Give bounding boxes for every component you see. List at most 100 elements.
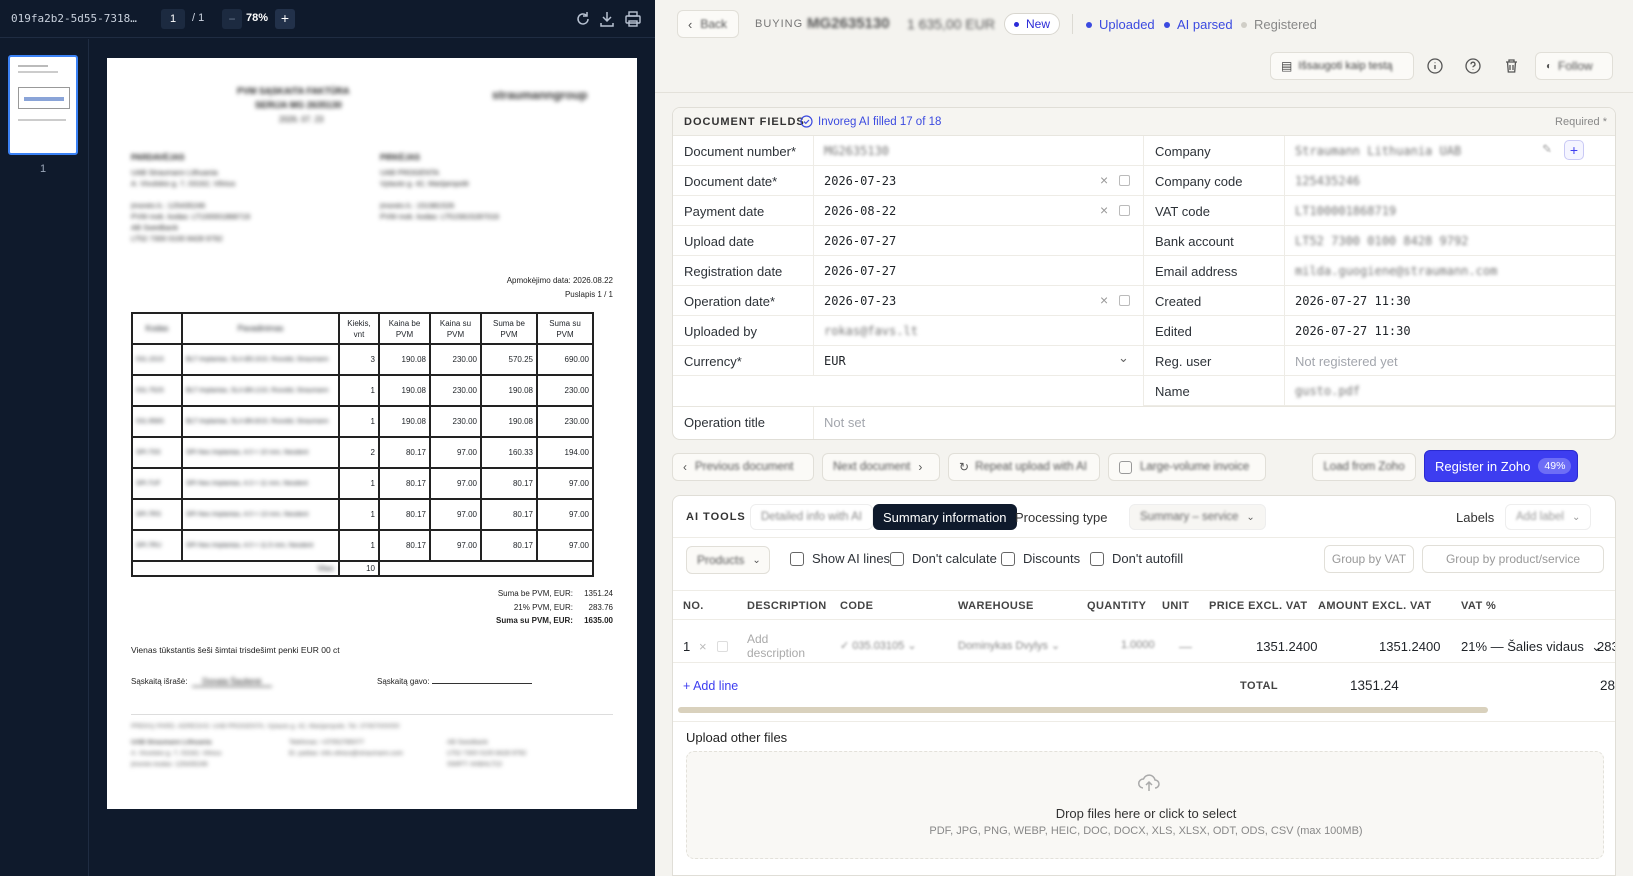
previous-document-button[interactable]: ‹ Previous document	[672, 453, 814, 481]
repeat-upload-ai-button[interactable]: ↻ Repeat upload with AI	[948, 453, 1100, 481]
warehouse-select[interactable]: Dominykas Dvylys ⌄	[958, 639, 1060, 652]
load-from-zoho-button[interactable]: Load from Zoho	[1312, 453, 1416, 481]
zoom-level: 78%	[246, 12, 269, 24]
calendar-icon[interactable]	[1119, 295, 1130, 306]
field-label: VAT code	[1155, 204, 1210, 219]
invoice-row: SPI.7RS SPI Neo Implantas, 4.0 × 13 mm, N…	[131, 498, 594, 531]
help-icon[interactable]	[1462, 55, 1484, 77]
calendar-icon[interactable]	[1119, 205, 1130, 216]
code-select[interactable]: ✓ 035.03105 ⌄	[840, 639, 917, 652]
price-input[interactable]: 1351.2400	[1256, 639, 1317, 654]
field-input[interactable]: Straumann Lithuania UAB	[1295, 144, 1461, 158]
field-input[interactable]: 2026-07-23	[824, 174, 896, 188]
products-select[interactable]: Products ⌄	[686, 546, 770, 574]
field-label: Uploaded by	[684, 324, 757, 339]
large-volume-checkbox[interactable]: Large-volume invoice	[1108, 453, 1266, 481]
group-by-product-button[interactable]: Group by product/service	[1422, 545, 1604, 573]
dont-calculate-checkbox[interactable]: Don't calculate	[890, 551, 997, 566]
trash-icon[interactable]	[1500, 55, 1522, 77]
footer-line: AB Swedbank	[447, 739, 488, 746]
invoice-row: SPI.7SS SPI Neo Implantas, 4.0 × 10 mm, N…	[131, 436, 594, 469]
operation-title-input[interactable]: Not set	[824, 415, 865, 430]
field-input[interactable]: 125435246	[1295, 174, 1360, 188]
clear-icon[interactable]: ×	[1100, 292, 1108, 308]
download-icon[interactable]	[598, 10, 616, 28]
invoice-series: SERIJA MG 2635130	[255, 100, 342, 110]
add-label-select[interactable]: Add label ⌄	[1505, 504, 1592, 530]
required-note: Required *	[1555, 116, 1607, 128]
field-input[interactable]: 2026-07-23	[824, 294, 896, 308]
dont-autofill-checkbox[interactable]: Don't autofill	[1090, 551, 1183, 566]
tab-summary-information[interactable]: Summary information	[873, 504, 1017, 530]
field-input[interactable]: 2026-07-27	[824, 264, 896, 278]
field-input[interactable]: EUR	[824, 354, 846, 368]
description-input[interactable]: Add description	[747, 632, 827, 660]
add-line-button[interactable]: + Add line	[683, 679, 738, 693]
discounts-checkbox[interactable]: Discounts	[1001, 551, 1080, 566]
field-input[interactable]: LT100001868719	[1295, 204, 1396, 218]
invoice-row: SPI.7UF SPI Neo Implantas, 4.3 × 11 mm, N…	[131, 467, 594, 500]
field-input[interactable]: 2026-07-27 11:30	[1295, 324, 1411, 338]
invoice-cell: 1	[338, 405, 380, 438]
page-input[interactable]: 1	[161, 9, 185, 29]
page-thumbnail[interactable]	[8, 55, 78, 155]
invoice-col-header: Suma su PVM	[536, 312, 594, 345]
invoice-cell: BLT Implantas, SLA Ø4.8/10, Roxolid, Str…	[181, 405, 340, 438]
invoice-col-header: Kaina be PVM	[378, 312, 431, 345]
footer-line: A. Vivulskio g. 7, 03162, Vilnius	[131, 750, 222, 757]
file-dropzone[interactable]: Drop files here or click to select PDF, …	[686, 751, 1604, 859]
tab-detailed-info[interactable]: Detailed info with AI	[750, 504, 874, 530]
show-ai-lines-checkbox[interactable]: Show AI lines	[790, 551, 890, 566]
line-checkbox[interactable]	[717, 641, 728, 652]
footer-line: LT52 7300 0100 8428 9792	[447, 750, 527, 757]
quantity-input[interactable]: 1.0000	[1121, 639, 1155, 651]
invoice-date: 2026. 07. 23	[279, 115, 324, 124]
invoice-cell: 194.00	[536, 436, 594, 469]
file-name: 019fa2b2-5d55-7318…	[11, 12, 137, 25]
field-row: VAT code LT100001868719	[1144, 196, 1615, 226]
chevron-left-icon: ‹	[683, 460, 687, 474]
follow-button[interactable]: ◐ Follow	[1535, 52, 1613, 80]
save-draft-button[interactable]: ▤ Išsaugoti kaip testą	[1270, 52, 1414, 80]
invoice-col-header: Suma be PVM	[480, 312, 538, 345]
vat-select[interactable]: 21% — Šalies vidaus ⌄	[1461, 639, 1602, 655]
zoom-in-button[interactable]: +	[275, 9, 295, 29]
unit-select[interactable]: —	[1179, 639, 1192, 654]
field-input[interactable]: 2026-07-27 11:30	[1295, 294, 1411, 308]
field-input[interactable]: 2026-08-22	[824, 204, 896, 218]
zoom-out-button[interactable]: −	[222, 9, 242, 29]
edit-icon[interactable]: ✎	[1542, 142, 1552, 156]
next-document-button[interactable]: Next document ›	[822, 453, 940, 481]
print-icon[interactable]	[624, 10, 642, 28]
drop-text: Drop files here or click to select	[1055, 806, 1237, 821]
field-input[interactable]: gusto.pdf	[1295, 384, 1360, 398]
calendar-icon[interactable]	[1119, 175, 1130, 186]
back-button[interactable]: ‹ Back	[677, 10, 739, 38]
processing-type-select[interactable]: Summary – service ⌄	[1129, 504, 1266, 530]
info-icon[interactable]	[1424, 55, 1446, 77]
field-input[interactable]: Not registered yet	[1295, 354, 1398, 369]
invoice-total-label: Viso:	[131, 560, 340, 577]
ai-tools-card: AI TOOLS Detailed info with AI Summary i…	[672, 495, 1616, 876]
chevron-down-icon[interactable]: ⌄	[1118, 350, 1129, 366]
field-label: Name	[1155, 384, 1190, 399]
add-company-button[interactable]: +	[1564, 140, 1584, 160]
register-in-zoho-button[interactable]: Register in Zoho 49%	[1424, 450, 1578, 482]
field-input[interactable]: 2026-07-27	[824, 234, 896, 248]
group-by-vat-button[interactable]: Group by VAT	[1324, 545, 1414, 573]
field-input[interactable]: milda.guogiene@straumann.com	[1295, 264, 1497, 278]
remove-line-icon[interactable]: ×	[699, 639, 707, 654]
field-input[interactable]: rokas@favs.lt	[824, 324, 918, 338]
clear-icon[interactable]: ×	[1100, 172, 1108, 188]
field-input[interactable]: MG2635130	[824, 144, 889, 158]
field-row: Company Straumann Lithuania UAB ✎ +	[1144, 136, 1615, 166]
invoice-cell: 3	[338, 343, 380, 376]
field-input[interactable]: LT52 7300 0100 8428 9792	[1295, 234, 1468, 248]
horizontal-scrollbar[interactable]	[678, 707, 1488, 713]
progress-badge: 49%	[1538, 458, 1572, 474]
rotate-icon[interactable]	[574, 10, 592, 28]
invoice-page: PVM SĄSKAITA FAKTŪRA SERIJA MG 2635130 2…	[107, 58, 637, 809]
invoice-cell: 1	[338, 374, 380, 407]
clear-icon[interactable]: ×	[1100, 202, 1108, 218]
thumbnail-strip: 1	[0, 39, 89, 876]
